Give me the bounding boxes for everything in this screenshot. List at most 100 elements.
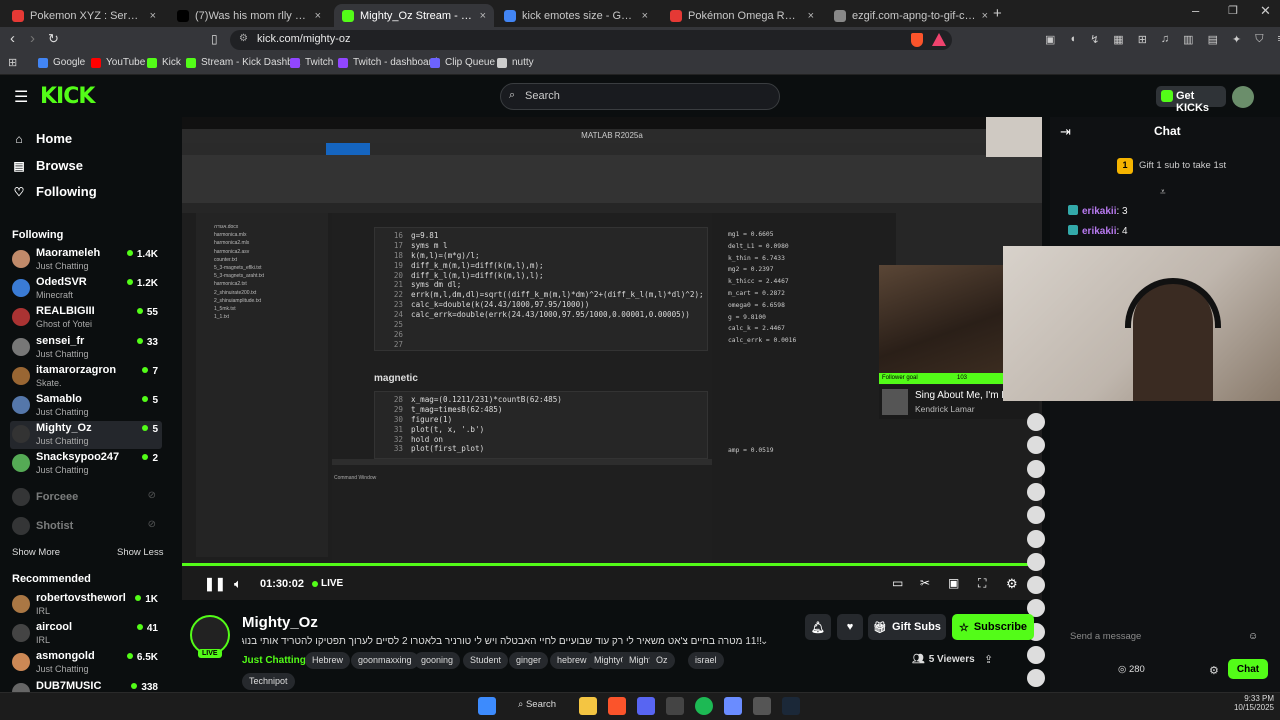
stream-tag[interactable]: goonmaxxing — [351, 652, 419, 669]
apps-icon[interactable]: ⊞ — [8, 56, 17, 69]
maximize-button[interactable]: ❐ — [1228, 4, 1238, 17]
stream-tag[interactable]: Student — [463, 652, 509, 669]
vpn-icon[interactable]: ⛉ — [1255, 33, 1263, 47]
browser-tab[interactable]: Mighty_Oz Stream - Watch Li× — [334, 4, 494, 27]
title-expand-icon[interactable]: ⌄ — [760, 636, 768, 647]
gift-subs-button[interactable]: 🎁︎ Gift Subs — [868, 614, 946, 640]
minimize-button[interactable]: – — [1192, 3, 1199, 18]
sidebar-channel-offline[interactable]: Forceee ⊘ — [10, 484, 162, 512]
file-item[interactable]: harmonica.mlx — [214, 231, 328, 239]
fullscreen-icon[interactable]: ⛶ — [978, 576, 986, 591]
new-tab-button[interactable]: + — [993, 5, 1002, 22]
volume-icon[interactable]: 🔈︎ — [234, 576, 242, 592]
taskbar-clock[interactable]: 9:33 PM 10/15/2025 — [1226, 694, 1274, 712]
file-item[interactable]: harmonica2.mlx — [214, 239, 328, 247]
tab-close-icon[interactable]: × — [144, 10, 156, 22]
extension-icon[interactable]: ▦ — [1113, 33, 1123, 47]
spotify-icon[interactable] — [695, 697, 713, 715]
site-settings-icon[interactable]: ⚙ — [239, 33, 248, 44]
brave-rewards-icon[interactable] — [932, 33, 946, 46]
url-field[interactable]: ⚙ kick.com/mighty-oz — [230, 30, 952, 50]
show-more-button[interactable]: Show More — [12, 547, 60, 558]
stream-category[interactable]: Just Chatting — [242, 655, 306, 666]
file-explorer-icon[interactable] — [579, 697, 597, 715]
taskbar-search[interactable]: ⌕ Search — [518, 699, 556, 710]
user-avatar[interactable] — [1232, 86, 1254, 108]
discord-icon[interactable] — [637, 697, 655, 715]
bookmark-item[interactable]: Stream - Kick Dashb... — [186, 57, 301, 68]
stream-tag[interactable]: Hebrew — [305, 652, 351, 669]
nav-home[interactable]: ⌂ Home — [12, 131, 72, 146]
hamburger-menu-icon[interactable]: ☰ — [14, 87, 28, 107]
sidebar-channel[interactable]: robertovstheworld IRL 1K — [10, 591, 162, 619]
sidebar-channel[interactable]: itamarorzagron Skate. 7 — [10, 363, 162, 391]
back-icon[interactable]: ‹ — [10, 30, 15, 47]
settings-icon[interactable]: ⚙ — [1006, 576, 1018, 592]
tab-close-icon[interactable]: × — [474, 10, 486, 22]
browser-tab[interactable]: Pokémon Omega Ruby & Alpha Sap× — [662, 4, 822, 27]
tab-close-icon[interactable]: × — [976, 10, 988, 22]
app-icon[interactable] — [724, 697, 742, 715]
stream-tag[interactable]: Technipot — [242, 673, 295, 690]
sidebar-channel-offline[interactable]: Shotist ⊘ — [10, 513, 162, 541]
ribbon-tab-live-editor[interactable] — [326, 143, 370, 155]
file-item[interactable]: harmonica2.txt — [214, 280, 328, 288]
wallet-icon[interactable]: ▤ — [1208, 33, 1218, 47]
search-input[interactable]: ⌕ Search — [500, 83, 780, 110]
file-item[interactable]: 2_shinuirate200.txt — [214, 289, 328, 297]
extension-icon[interactable]: ⊞ — [1138, 33, 1147, 47]
file-item[interactable]: 1_5mk.txt — [214, 305, 328, 313]
file-item[interactable]: 2_shinuiamplitude.txt — [214, 297, 328, 305]
follow-button[interactable]: ♥ — [837, 614, 863, 640]
bookmark-item[interactable]: nutty — [497, 57, 534, 68]
sidebar-channel[interactable]: REALBIGIII Ghost of Yotei 55 — [10, 304, 162, 332]
reload-icon[interactable]: ↻ — [48, 31, 59, 47]
file-item[interactable]: 5_3-magnets_araht.txt — [214, 272, 328, 280]
get-kicks-button[interactable]: Get KICKs — [1156, 86, 1226, 114]
notifications-button[interactable]: 🔔︎ — [805, 614, 831, 640]
file-item[interactable]: harmonica2.asv — [214, 248, 328, 256]
tab-close-icon[interactable]: × — [636, 10, 648, 22]
nav-browse[interactable]: ▤ Browse — [12, 158, 83, 173]
show-less-button[interactable]: Show Less — [117, 547, 163, 558]
gift-banner[interactable]: 1 Gift 1 sub to take 1st — [1117, 158, 1226, 174]
subscribe-button[interactable]: ☆ Subscribe — [952, 614, 1034, 640]
collapse-chat-icon[interactable]: ⇥ — [1060, 124, 1071, 140]
brave-shield-icon[interactable] — [911, 33, 923, 47]
bookmark-icon[interactable]: ▯ — [211, 32, 218, 46]
close-window-button[interactable]: ✕ — [1260, 3, 1271, 19]
progress-bar[interactable] — [182, 563, 1042, 566]
pip-icon[interactable]: ▣ — [948, 576, 959, 590]
file-item[interactable]: 5_3-magnets_eflki.txt — [214, 264, 328, 272]
clip-icon[interactable]: ✂ — [920, 576, 930, 590]
pinned-expand-icon[interactable]: ⩡ — [1160, 187, 1166, 198]
music-icon[interactable]: ♫ — [1161, 33, 1169, 47]
pause-icon[interactable]: ❚❚ — [204, 576, 226, 592]
bookmark-item[interactable]: Google — [38, 57, 85, 68]
bookmark-item[interactable]: Clip Queue — [430, 57, 495, 68]
bookmark-item[interactable]: Twitch — [290, 57, 333, 68]
windows-start-icon[interactable] — [478, 697, 496, 715]
sidebar-channel[interactable]: aircool IRL 41 — [10, 620, 162, 648]
sidebar-channel[interactable]: Samablo Just Chatting 5 — [10, 392, 162, 420]
video-player[interactable]: MATLAB R2025a אגודה.docx harmonica.mlx har… — [182, 117, 1042, 600]
file-item[interactable]: counter.txt — [214, 256, 328, 264]
sidebar-channel[interactable]: OdedSVR Minecraft 1.2K — [10, 275, 162, 303]
sidebar-icon[interactable]: ▥ — [1183, 33, 1193, 47]
extension-icon[interactable]: ◖ — [1069, 33, 1076, 47]
stream-tag[interactable]: Oz — [649, 652, 675, 669]
extension-icon[interactable]: ↯ — [1090, 33, 1099, 47]
github-icon[interactable] — [666, 697, 684, 715]
steam-icon[interactable] — [782, 697, 800, 715]
extension-icon[interactable]: ▣ — [1045, 33, 1055, 47]
kick-logo[interactable]: KICK — [40, 84, 95, 109]
theater-mode-icon[interactable]: ▭ — [892, 576, 903, 590]
sidebar-channel[interactable]: Snacksypoo247 Just Chatting 2 — [10, 450, 162, 478]
file-item[interactable]: אגודה.docx — [214, 223, 328, 231]
sidebar-channel[interactable]: Mighty_Oz Just Chatting 5 — [10, 421, 162, 450]
brave-icon[interactable] — [608, 697, 626, 715]
channel-points[interactable]: ◎ 280 — [1118, 664, 1145, 675]
chat-settings-icon[interactable]: ⚙ — [1209, 664, 1219, 677]
sidebar-channel[interactable]: asmongold Just Chatting 6.5K — [10, 649, 162, 677]
stream-tag[interactable]: ginger — [509, 652, 549, 669]
